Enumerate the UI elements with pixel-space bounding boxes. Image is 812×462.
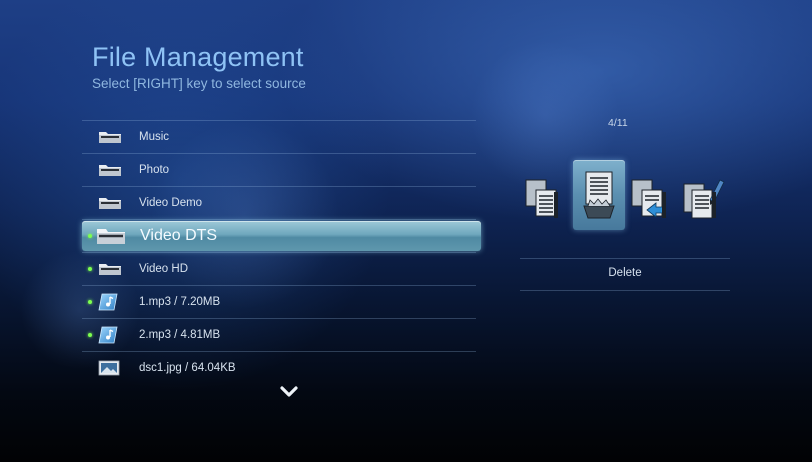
list-item-label: Video DTS <box>140 227 218 244</box>
rename-icon[interactable] <box>682 178 726 222</box>
page-title: File Management <box>92 42 304 72</box>
list-item-label: 1.mp3 / 7.20MB <box>139 296 221 308</box>
action-divider <box>520 290 730 291</box>
list-item-video-hd[interactable]: Video HD <box>82 252 476 285</box>
folder-icon <box>99 198 121 209</box>
list-item-video-dts[interactable]: Video DTS <box>82 219 481 252</box>
list-item-photo[interactable]: Photo <box>82 153 476 186</box>
folder-icon <box>99 264 121 275</box>
file-list: Music Photo Video Demo Video DTS Video H… <box>82 120 481 385</box>
marked-indicator <box>88 333 92 337</box>
list-item-label: Photo <box>139 164 170 176</box>
list-item-label: Video Demo <box>139 197 203 209</box>
marked-indicator <box>88 267 92 271</box>
list-item-video-demo[interactable]: Video Demo <box>82 186 476 219</box>
marked-indicator <box>88 300 92 304</box>
page-counter: 4/11 <box>608 117 628 129</box>
list-item-music[interactable]: Music <box>82 120 476 153</box>
folder-icon <box>99 165 121 176</box>
list-item-label: Music <box>139 131 170 143</box>
list-item-label: dsc1.jpg / 64.04KB <box>139 362 236 374</box>
audio-file-icon <box>98 293 118 311</box>
move-icon[interactable] <box>630 178 670 220</box>
folder-icon <box>99 132 121 143</box>
list-item-label: Video HD <box>139 263 189 275</box>
list-item-dsc1-jpg[interactable]: dsc1.jpg / 64.04KB <box>82 351 476 385</box>
delete-icon[interactable] <box>578 170 620 220</box>
marked-indicator <box>88 234 92 238</box>
folder-icon <box>97 229 125 244</box>
list-item-2-mp3[interactable]: 2.mp3 / 4.81MB <box>82 318 476 351</box>
list-item-1-mp3[interactable]: 1.mp3 / 7.20MB <box>82 285 476 318</box>
file-management-screen: File Management Select [RIGHT] key to se… <box>0 0 812 462</box>
selected-action-label: Delete <box>608 267 642 279</box>
action-divider <box>520 258 730 259</box>
list-item-label: 2.mp3 / 4.81MB <box>139 329 221 341</box>
audio-file-icon <box>98 326 118 344</box>
action-toolbar <box>518 160 733 236</box>
copy-icon[interactable] <box>524 178 564 220</box>
page-subtitle: Select [RIGHT] key to select source <box>92 76 306 91</box>
chevron-down-icon[interactable] <box>280 386 298 398</box>
image-file-icon <box>98 360 120 376</box>
